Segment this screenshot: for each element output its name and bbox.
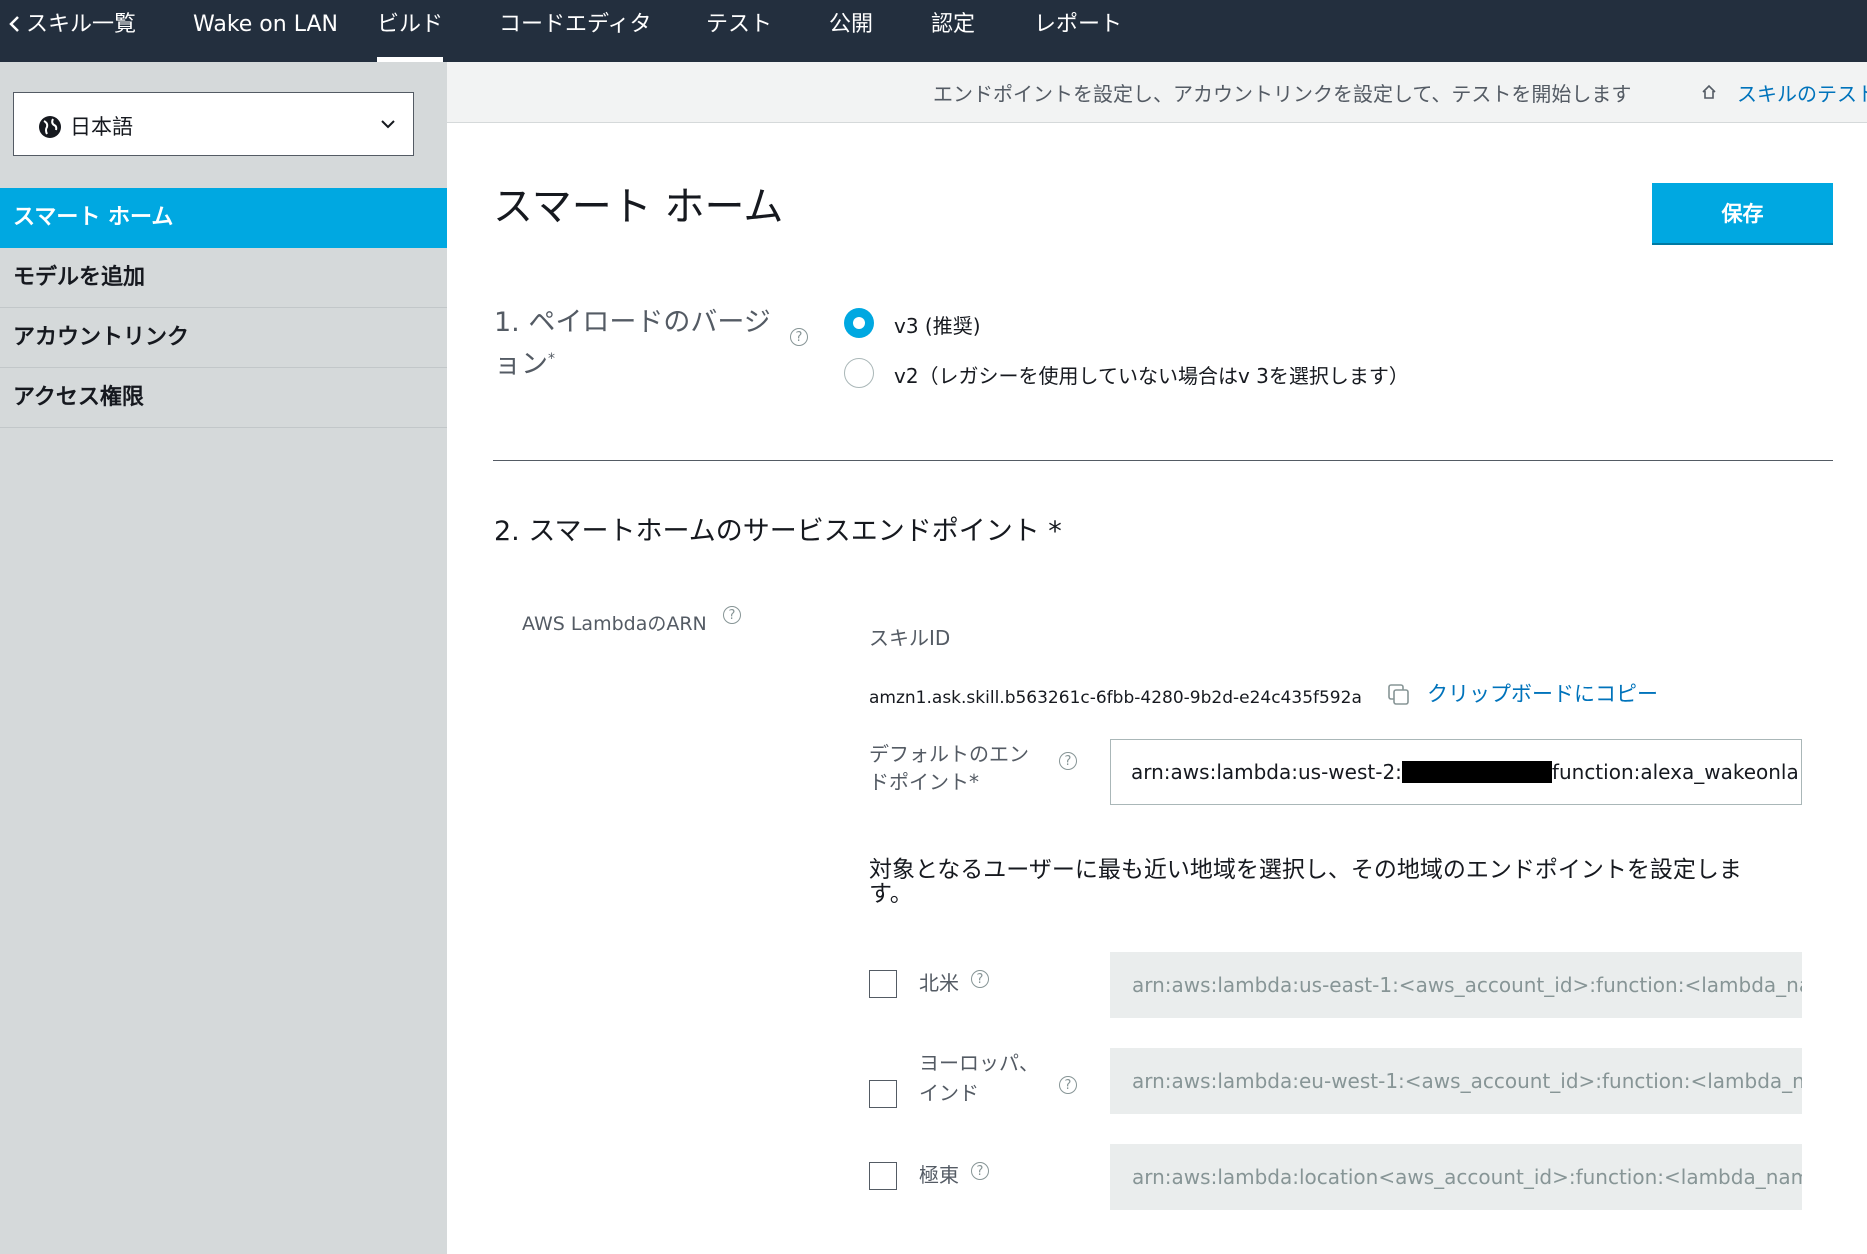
help-icon[interactable]: ? — [1059, 752, 1077, 770]
region-north-america-input[interactable]: arn:aws:lambda:us-east-1:<aws_account_id… — [1110, 952, 1802, 1018]
tab-code-editor[interactable]: コードエディタ — [499, 0, 651, 62]
tab-certification[interactable]: 認定 — [931, 0, 975, 62]
region-europe-india-label-line2: インド — [919, 1081, 979, 1105]
region-north-america-label: 北米 — [919, 971, 959, 995]
region-europe-india-label: ヨーロッパ、 インド — [919, 1048, 1039, 1108]
default-endpoint-prefix: arn:aws:lambda:us-west-2: — [1131, 760, 1402, 784]
region-europe-india-label-line1: ヨーロッパ、 — [919, 1051, 1039, 1075]
skill-id-value: amzn1.ask.skill.b563261c-6fbb-4280-9b2d-… — [869, 688, 1362, 708]
payload-v3-radio[interactable] — [844, 308, 874, 338]
required-mark: * — [548, 351, 555, 367]
payload-label-line1: 1. ペイロードのバージ — [494, 307, 771, 338]
region-description: 対象となるユーザーに最も近い地域を選択し、その地域のエンドポイントを設定しま す… — [869, 858, 1742, 906]
region-north-america-checkbox[interactable] — [869, 970, 897, 998]
sidebar-nav: スマート ホーム モデルを追加 アカウントリンク アクセス権限 — [0, 188, 447, 428]
skill-test-link[interactable]: スキルのテスト — [1737, 78, 1867, 107]
region-far-east-checkbox[interactable] — [869, 1162, 897, 1190]
default-endpoint-label-line1: デフォルトのエン — [869, 742, 1029, 766]
payload-v2-radio[interactable] — [844, 358, 874, 388]
region-description-line1: 対象となるユーザーに最も近い地域を選択し、その地域のエンドポイントを設定しま — [869, 857, 1742, 883]
region-europe-india-input[interactable]: arn:aws:lambda:eu-west-1:<aws_account_id… — [1110, 1048, 1802, 1114]
redacted-account-id — [1401, 760, 1552, 783]
tab-publish[interactable]: 公開 — [829, 0, 873, 62]
sidebar-item-add-model[interactable]: モデルを追加 — [0, 248, 447, 308]
chevron-down-icon — [379, 115, 397, 133]
region-europe-india-checkbox[interactable] — [869, 1080, 897, 1108]
top-nav: スキル一覧 Wake on LAN ビルド コードエディタ テスト 公開 認定 … — [0, 0, 1867, 62]
copy-to-clipboard-link[interactable]: クリップボードにコピー — [1427, 678, 1658, 708]
region-far-east-label: 極東 — [919, 1163, 959, 1187]
sidebar-item-smart-home[interactable]: スマート ホーム — [0, 188, 447, 248]
sub-header: エンドポイントを設定し、アカウントリンクを設定して、テストを開始します スキルの… — [447, 62, 1867, 123]
chevron-left-icon — [8, 0, 20, 50]
sidebar-item-permissions[interactable]: アクセス権限 — [0, 368, 447, 428]
tab-build[interactable]: ビルド — [377, 0, 444, 62]
payload-label-line2: ョン — [494, 349, 548, 380]
locale-select[interactable]: 日本語 — [13, 92, 414, 156]
help-icon[interactable]: ? — [1059, 1076, 1077, 1094]
default-endpoint-label: デフォルトのエン ドポイント* — [869, 740, 1029, 796]
help-icon[interactable]: ? — [723, 606, 741, 624]
help-icon[interactable]: ? — [790, 328, 808, 346]
main-content: スマート ホーム 保存 1. ペイロードのバージ ョン* ? v3 (推奨) v… — [447, 122, 1867, 1254]
save-button[interactable]: 保存 — [1652, 183, 1833, 243]
payload-version-label: 1. ペイロードのバージ ョン* — [494, 305, 771, 383]
endpoint-section-title: 2. スマートホームのサービスエンドポイント * — [494, 516, 1062, 547]
sidebar: 日本語 スマート ホーム モデルを追加 アカウントリンク アクセス権限 — [0, 62, 447, 1254]
page-title: スマート ホーム — [493, 184, 784, 230]
section-divider — [493, 460, 1833, 461]
help-icon[interactable]: ? — [971, 1162, 989, 1180]
locale-label: 日本語 — [70, 115, 133, 139]
copy-icon[interactable] — [1386, 682, 1412, 708]
region-description-line2: す。 — [869, 881, 913, 907]
globe-icon — [38, 115, 62, 139]
setup-hint: エンドポイントを設定し、アカウントリンクを設定して、テストを開始します — [933, 82, 1632, 106]
region-far-east-input[interactable]: arn:aws:lambda:location<aws_account_id>:… — [1110, 1144, 1802, 1210]
home-icon — [1701, 84, 1717, 100]
back-to-skills-link[interactable]: スキル一覧 — [8, 0, 136, 62]
sidebar-item-account-linking[interactable]: アカウントリンク — [0, 308, 447, 368]
payload-v2-label: v2（レガシーを使用していない場合はv 3を選択します） — [894, 364, 1409, 388]
help-icon[interactable]: ? — [971, 970, 989, 988]
default-endpoint-label-line2: ドポイント* — [869, 770, 979, 794]
lambda-arn-label: AWS LambdaのARN — [522, 613, 707, 635]
tab-reports[interactable]: レポート — [1034, 0, 1122, 62]
skill-name: Wake on LAN — [193, 12, 338, 37]
tab-test[interactable]: テスト — [706, 0, 772, 62]
skill-id-label: スキルID — [869, 626, 951, 650]
default-endpoint-suffix: function:alexa_wakeonla — [1551, 760, 1799, 784]
back-label: スキル一覧 — [26, 12, 137, 37]
default-endpoint-input[interactable]: arn:aws:lambda:us-west-2: function:alexa_… — [1110, 739, 1802, 805]
payload-v3-label: v3 (推奨) — [894, 314, 981, 338]
